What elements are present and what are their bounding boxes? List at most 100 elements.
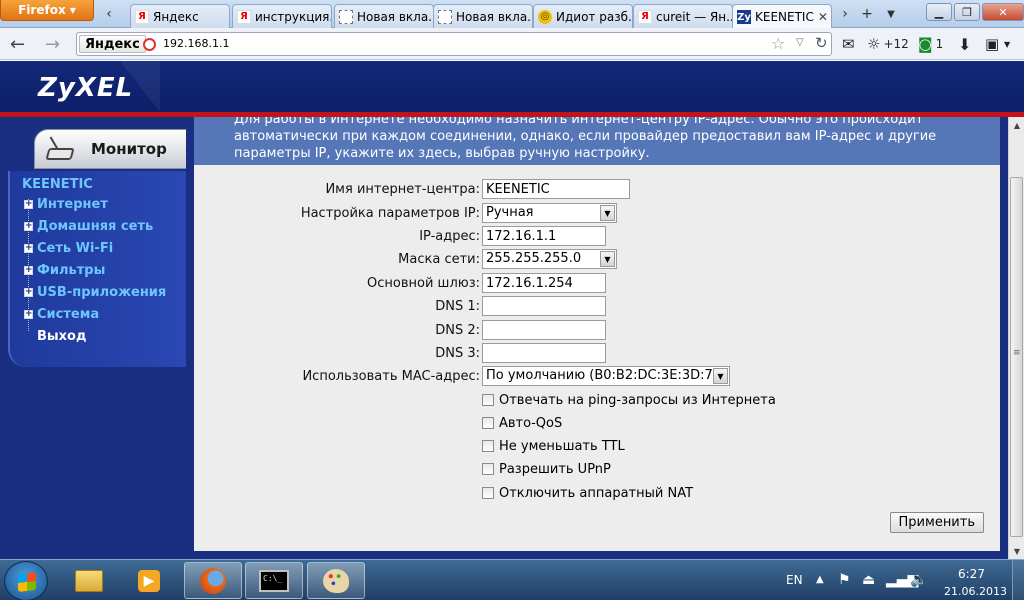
sidebar-item-internet[interactable]: + Интернет [24, 195, 108, 213]
auto-qos-checkbox[interactable] [482, 417, 494, 429]
sidebar-item-filters[interactable]: + Фильтры [24, 261, 105, 279]
volume-speaker-icon[interactable]: 🔈 [910, 572, 927, 588]
new-tab-plus-icon[interactable]: + [856, 4, 878, 24]
chevron-down-icon[interactable]: ▼ [1004, 40, 1010, 49]
scroll-up-icon[interactable]: ▲ [1009, 117, 1024, 133]
close-window-button[interactable]: ✕ [982, 3, 1024, 21]
taskbar-paint[interactable] [307, 562, 365, 599]
sidebar-item-usb-apps[interactable]: + USB-приложения [24, 283, 166, 301]
browser-navigation-bar: ← → Яндекс 192.168.1.1 ☆ ▽ ↻ ✉ ☼ +12 ◙ 1… [0, 28, 1024, 60]
show-hidden-icons-icon[interactable]: ▲ [816, 574, 824, 585]
tab-scroll-right-icon[interactable]: › [834, 4, 856, 24]
envelope-icon: ✉ [842, 35, 855, 53]
browser-tab[interactable]: Новая вкла... [433, 4, 533, 28]
subnet-mask-label: Маска сети: [398, 252, 480, 267]
restore-window-button[interactable]: ❐ [954, 3, 980, 21]
mail-notifier-button[interactable]: ✉ [842, 35, 855, 53]
dns1-label: DNS 1: [435, 299, 480, 314]
monitor-tab[interactable]: Монитор [34, 129, 186, 169]
mac-address-select[interactable]: По умолчанию (B0:B2:DC:3E:3D:7B) ▼ [482, 366, 730, 386]
start-button[interactable] [4, 561, 48, 600]
back-arrow-icon[interactable]: ← [10, 34, 25, 55]
browser-tab-active[interactable]: Zy KEENETIC ✕ [732, 4, 832, 29]
browser-tab[interactable]: Новая вкла... [334, 4, 434, 28]
minimize-window-button[interactable]: ▁ [926, 3, 952, 21]
hostname-field[interactable] [482, 179, 630, 199]
command-prompt-icon: C:\_ [259, 569, 289, 592]
green-badge-icon: ◙ [918, 35, 933, 53]
browser-tab[interactable]: ◎ Идиот разб... [533, 4, 633, 28]
taskbar-explorer[interactable] [60, 562, 118, 599]
clock-date[interactable]: 21.06.2013 [944, 585, 1007, 598]
ping-reply-checkbox-row[interactable]: Отвечать на ping-запросы из Интернета [482, 391, 776, 409]
yandex-search-button[interactable]: Яндекс [79, 35, 146, 53]
browser-tab[interactable]: Я Яндекс [130, 4, 230, 28]
taskbar-media-player[interactable]: ▶ [120, 562, 178, 599]
info-line: параметры IP, укажите их здесь, выбрав р… [234, 146, 650, 161]
dns3-field[interactable] [482, 343, 606, 363]
download-arrow-icon[interactable]: ⬇ [958, 35, 971, 54]
scrollbar-thumb[interactable] [1010, 177, 1023, 537]
history-dropdown-icon[interactable]: ▽ [796, 37, 804, 48]
input-language-indicator[interactable]: EN [786, 573, 803, 587]
hostname-row: Имя интернет-центра: [194, 179, 1000, 200]
taskbar-command-prompt[interactable]: C:\_ [245, 562, 303, 599]
browser-tab-label: Новая вкла... [357, 9, 434, 24]
upnp-checkbox[interactable] [482, 463, 494, 475]
clock-time[interactable]: 6:27 [958, 567, 985, 581]
scroll-down-icon[interactable]: ▼ [1009, 543, 1024, 559]
media-player-icon: ▶ [138, 569, 160, 592]
bookmark-star-icon[interactable]: ☆ [771, 34, 785, 53]
usb-device-icon[interactable]: ⏏ [862, 572, 875, 588]
forward-arrow-icon[interactable]: → [45, 34, 60, 55]
sidebar-item-system[interactable]: + Система [24, 305, 99, 323]
monitor-label: Монитор [91, 140, 167, 158]
tab-list-chevron-icon[interactable]: ▼ [880, 4, 902, 24]
chevron-down-icon: ▼ [69, 5, 76, 15]
sidebar-item-logout[interactable]: Выход [37, 327, 86, 345]
site-identity-icon[interactable] [143, 38, 156, 51]
address-bar[interactable]: Яндекс 192.168.1.1 ☆ ▽ ↻ [76, 32, 832, 56]
hw-nat-checkbox[interactable] [482, 487, 494, 499]
firefox-icon [200, 567, 226, 594]
apply-button[interactable]: Применить [889, 512, 984, 533]
auto-qos-checkbox-row[interactable]: Авто-QoS [482, 414, 562, 432]
browser-tab-label: Яндекс [153, 9, 199, 24]
addon-menu-icon[interactable]: ▣ [985, 35, 999, 53]
browser-tab[interactable]: Я инструкция... [232, 4, 332, 28]
taskbar-firefox[interactable] [184, 562, 242, 599]
tab-close-icon[interactable]: ✕ [818, 10, 828, 24]
page-scrollbar[interactable]: ▲ ▼ [1008, 117, 1024, 559]
ip-settings-form: Имя интернет-центра: Настройка параметро… [194, 165, 1000, 551]
ping-reply-checkbox[interactable] [482, 394, 494, 406]
ip-address-field[interactable] [482, 226, 606, 246]
browser-tab[interactable]: Я cureit — Ян... [633, 4, 733, 28]
keep-ttl-checkbox-row[interactable]: Не уменьшать TTL [482, 437, 625, 455]
gateway-field[interactable] [482, 273, 606, 293]
subnet-mask-select[interactable]: 255.255.255.0 ▼ [482, 249, 617, 269]
router-device-icon [45, 136, 77, 162]
keep-ttl-checkbox[interactable] [482, 440, 494, 452]
url-text[interactable]: 192.168.1.1 [163, 37, 229, 50]
sidebar-item-home-network[interactable]: + Домашняя сеть [24, 217, 153, 235]
dns1-field[interactable] [482, 296, 606, 316]
browser-tab-label: инструкция... [255, 9, 331, 24]
weather-button[interactable]: ☼ +12 [867, 35, 909, 53]
firefox-menu-button[interactable]: Firefox ▼ [0, 0, 94, 21]
dns3-label: DNS 3: [435, 346, 480, 361]
dns2-label: DNS 2: [435, 323, 480, 338]
subnet-mask-row: Маска сети: 255.255.255.0 ▼ [194, 249, 1000, 270]
folder-icon [75, 569, 103, 592]
upnp-checkbox-row[interactable]: Разрешить UPnP [482, 460, 611, 478]
reload-icon[interactable]: ↻ [815, 34, 828, 52]
show-desktop-button[interactable] [1012, 560, 1024, 600]
ip-settings-select[interactable]: Ручная ▼ [482, 203, 617, 223]
sidebar-item-wifi[interactable]: + Сеть Wi-Fi [24, 239, 113, 257]
counter-button[interactable]: ◙ 1 [918, 35, 943, 53]
action-center-flag-icon[interactable]: ⚑ [838, 572, 851, 588]
browser-tab-label: cureit — Ян... [656, 9, 733, 24]
tab-scroll-left-icon[interactable]: ‹ [98, 4, 120, 24]
hw-nat-checkbox-row[interactable]: Отключить аппаратный NAT [482, 484, 693, 502]
dns2-field[interactable] [482, 320, 606, 340]
blank-page-icon [339, 9, 353, 24]
